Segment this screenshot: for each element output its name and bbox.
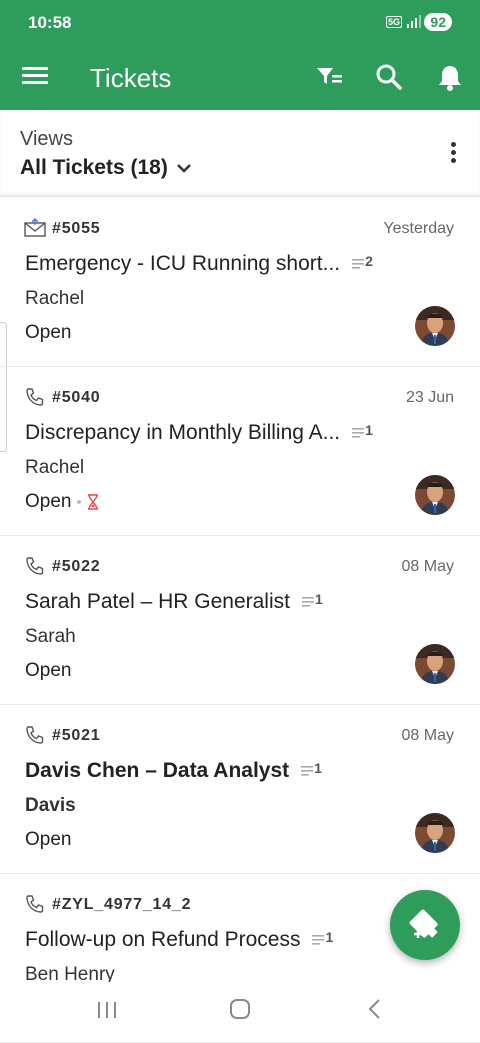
thread-icon bbox=[312, 935, 325, 945]
thread-count: 2 bbox=[352, 253, 373, 271]
views-label: Views bbox=[20, 128, 73, 150]
signal-indicators: 5G bbox=[385, 14, 422, 28]
ticket-status-text: Open bbox=[25, 491, 72, 512]
separator-dot bbox=[77, 500, 82, 504]
agent-avatar[interactable] bbox=[415, 306, 455, 346]
thread-count: 1 bbox=[352, 422, 373, 440]
ticket-row[interactable]: #5022 08 May Sarah Patel – HR Generalist 1 S… bbox=[0, 536, 480, 705]
chevron-down-icon bbox=[176, 164, 191, 173]
agent-avatar[interactable] bbox=[415, 475, 455, 515]
view-selector-label: All Tickets (18) bbox=[20, 156, 168, 179]
thread-icon bbox=[352, 259, 365, 269]
more-options-icon[interactable] bbox=[448, 142, 458, 168]
menu-icon[interactable] bbox=[22, 64, 48, 88]
ticket-subject: Follow-up on Refund Process 1 bbox=[25, 928, 333, 952]
thread-count-value: 1 bbox=[365, 422, 373, 438]
network-type: 5G bbox=[385, 16, 402, 28]
app-bar: Tickets bbox=[0, 44, 480, 110]
ticket-subject-text: Sarah Patel – HR Generalist bbox=[25, 590, 290, 613]
phone-icon bbox=[24, 556, 46, 576]
thread-count: 1 bbox=[312, 929, 333, 947]
ticket-row[interactable]: #5055 Yesterday Emergency - ICU Running sh… bbox=[0, 198, 480, 367]
ticket-subject: Davis Chen – Data Analyst 1 bbox=[25, 759, 322, 783]
status-bar: 10:58 5G 92 bbox=[0, 0, 480, 44]
battery-level: 92 bbox=[424, 13, 452, 31]
thread-count-value: 2 bbox=[365, 253, 373, 269]
ticket-date: 23 Jun bbox=[405, 389, 454, 406]
ticket-row[interactable]: #5040 23 Jun Discrepancy in Monthly Billin… bbox=[0, 367, 480, 536]
ticket-subject-text: Discrepancy in Monthly Billing A... bbox=[25, 421, 341, 444]
ticket-status: Open bbox=[25, 829, 71, 851]
phone-icon bbox=[24, 387, 46, 407]
ticket-number: #5021 bbox=[52, 727, 101, 744]
ticket-number: #5055 bbox=[52, 220, 101, 237]
home-icon[interactable] bbox=[229, 998, 251, 1025]
thread-count: 1 bbox=[301, 591, 323, 609]
ticket-subject: Emergency - ICU Running short... 2 bbox=[25, 252, 373, 276]
ticket-number: #5040 bbox=[52, 389, 101, 406]
ticket-contact: Sarah bbox=[25, 626, 76, 647]
overdue-hourglass-icon bbox=[88, 494, 99, 510]
ticket-date: 08 May bbox=[401, 558, 454, 575]
ticket-status-text: Open bbox=[25, 660, 72, 681]
back-icon[interactable] bbox=[366, 998, 382, 1025]
ticket-status-text: Open bbox=[25, 829, 72, 850]
system-nav-bar bbox=[0, 982, 480, 1040]
thread-icon bbox=[352, 428, 365, 438]
ticket-row[interactable]: #5021 08 May Davis Chen – Data Analyst 1 Dav… bbox=[0, 705, 480, 874]
thread-count: 1 bbox=[301, 760, 322, 778]
page-title: Tickets bbox=[90, 63, 172, 93]
thread-icon bbox=[301, 597, 314, 607]
view-selector[interactable]: All Tickets (18) bbox=[20, 156, 192, 180]
email-icon bbox=[24, 218, 46, 238]
ticket-status: Open bbox=[25, 322, 71, 344]
thread-count-value: 1 bbox=[314, 760, 322, 776]
phone-icon bbox=[24, 894, 46, 914]
new-ticket-button[interactable] bbox=[390, 890, 460, 960]
agent-avatar[interactable] bbox=[415, 813, 455, 853]
filter-icon[interactable] bbox=[314, 62, 344, 92]
ticket-contact: Rachel bbox=[25, 288, 85, 309]
recent-apps-icon[interactable] bbox=[96, 1000, 118, 1025]
ticket-subject-text: Davis Chen – Data Analyst bbox=[25, 759, 290, 782]
status-time: 10:58 bbox=[28, 13, 72, 32]
ticket-number: #5022 bbox=[52, 558, 101, 575]
ticket-status-text: Open bbox=[25, 322, 72, 343]
thread-count-value: 1 bbox=[314, 591, 323, 607]
ticket-contact: Davis bbox=[25, 795, 76, 816]
ticket-contact: Rachel bbox=[25, 457, 85, 478]
ticket-subject: Sarah Patel – HR Generalist 1 bbox=[25, 590, 323, 614]
views-bar: Views All Tickets (18) bbox=[0, 110, 480, 197]
ticket-date: Yesterday bbox=[383, 220, 454, 237]
thread-count-value: 1 bbox=[325, 929, 334, 945]
add-ticket-icon bbox=[409, 909, 438, 938]
ticket-date: 08 May bbox=[401, 727, 454, 744]
thread-icon bbox=[301, 766, 314, 776]
phone-icon bbox=[24, 725, 46, 745]
ticket-number: #ZYL_4977_14_2 bbox=[52, 896, 192, 913]
search-icon[interactable] bbox=[374, 62, 404, 92]
signal-icon bbox=[407, 15, 421, 28]
bell-icon[interactable] bbox=[435, 62, 465, 92]
ticket-subject: Discrepancy in Monthly Billing A... 1 bbox=[25, 421, 373, 445]
ticket-status: Open bbox=[25, 660, 71, 682]
agent-avatar[interactable] bbox=[415, 644, 455, 684]
ticket-subject-text: Emergency - ICU Running short... bbox=[25, 252, 341, 275]
ticket-subject-text: Follow-up on Refund Process bbox=[25, 928, 301, 951]
ticket-status: Open bbox=[25, 491, 99, 513]
